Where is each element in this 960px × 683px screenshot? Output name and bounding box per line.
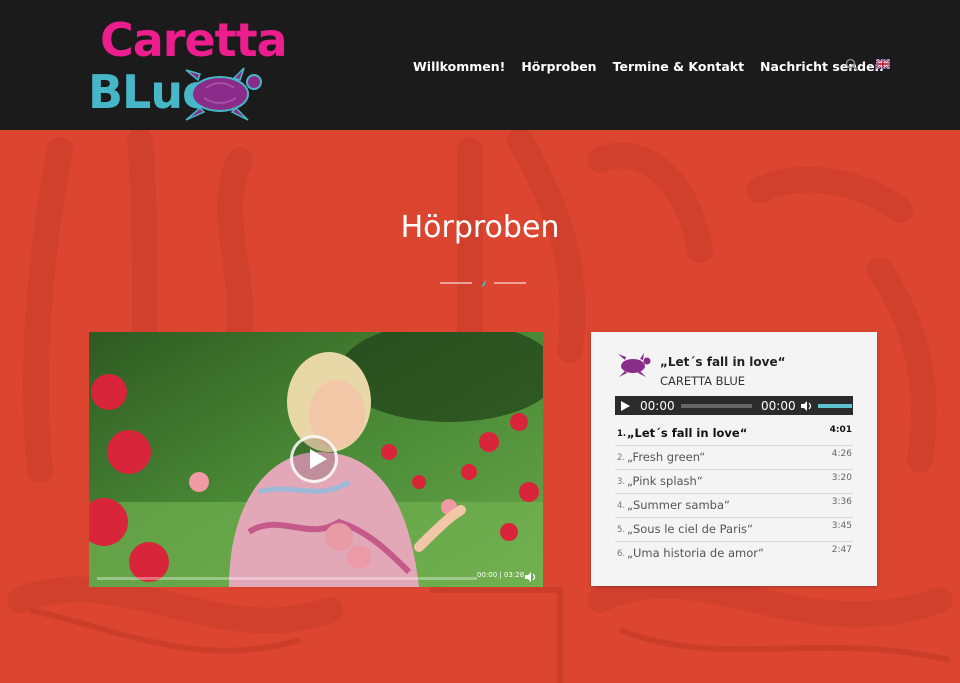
volume-icon[interactable] <box>801 401 813 411</box>
audio-current-time: 00:00 <box>640 399 675 413</box>
nav-item-termine-kontakt[interactable]: Termine & Kontakt <box>613 59 744 74</box>
main-nav: Willkommen! Hörproben Termine & Kontakt … <box>413 57 899 75</box>
track-duration: 4:01 <box>829 425 852 435</box>
track-title: „Fresh green“ <box>627 450 706 464</box>
uk-flag-icon[interactable] <box>876 59 890 69</box>
video-time: 00:00 | 03:28 <box>477 571 525 579</box>
video-player[interactable]: 00:00 | 03:28 <box>89 332 543 587</box>
track-list: 1. „Let´s fall in love“ 4:01 2. „Fresh g… <box>615 422 853 565</box>
track-number: 1. <box>617 429 627 439</box>
track-duration: 3:36 <box>831 497 852 507</box>
track-title: „Summer samba“ <box>627 498 730 512</box>
track-number: 4. <box>617 501 626 511</box>
audio-duration: 00:00 <box>761 399 796 413</box>
page-title: Hörproben <box>400 210 560 245</box>
track-number: 6. <box>617 549 626 559</box>
volume-slider[interactable] <box>818 404 852 408</box>
track-title: „Let´s fall in love“ <box>627 426 748 440</box>
volume-icon[interactable] <box>525 572 537 582</box>
audio-playlist: „Let´s fall in love“ CARETTA BLUE 00:00 … <box>591 332 877 586</box>
logo-text-caretta: Caretta <box>100 13 288 67</box>
track-number: 5. <box>617 525 626 535</box>
turtle-icon <box>618 353 651 377</box>
track-duration: 3:45 <box>831 521 852 531</box>
video-controls: 00:00 | 03:28 <box>89 567 543 587</box>
track-title: „Sous le ciel de Paris“ <box>627 522 753 536</box>
audio-progress-bar[interactable] <box>681 404 752 408</box>
track-item[interactable]: 5. „Sous le ciel de Paris“ 3:45 <box>615 518 853 542</box>
site-header: Caretta BLue Willkommen! Hörproben Termi… <box>0 0 960 130</box>
track-item[interactable]: 4. „Summer samba“ 3:36 <box>615 494 853 518</box>
track-item[interactable]: 1. „Let´s fall in love“ 4:01 <box>615 422 853 446</box>
logo[interactable]: Caretta BLue <box>86 14 288 124</box>
video-play-button[interactable] <box>290 435 338 483</box>
audio-controls: 00:00 00:00 <box>615 396 853 415</box>
track-number: 2. <box>617 453 626 463</box>
track-number: 3. <box>617 477 626 487</box>
turtle-logo-icon <box>185 67 262 121</box>
track-title: „Pink splash“ <box>627 474 703 488</box>
track-item[interactable]: 6. „Uma historia de amor“ 2:47 <box>615 542 853 565</box>
track-duration: 3:20 <box>831 473 852 483</box>
track-duration: 2:47 <box>831 545 852 555</box>
play-icon[interactable] <box>621 401 630 411</box>
track-item[interactable]: 3. „Pink splash“ 3:20 <box>615 470 853 494</box>
nav-item-hoerproben[interactable]: Hörproben <box>521 59 596 74</box>
title-divider <box>440 279 526 287</box>
video-progress-bar[interactable] <box>97 577 477 580</box>
nav-item-willkommen[interactable]: Willkommen! <box>413 59 505 74</box>
now-playing-artist: CARETTA BLUE <box>660 374 746 388</box>
track-title: „Uma historia de amor“ <box>627 546 764 560</box>
track-duration: 4:26 <box>831 449 852 459</box>
search-icon[interactable] <box>845 58 859 72</box>
now-playing-title: „Let´s fall in love“ <box>660 355 786 369</box>
track-item[interactable]: 2. „Fresh green“ 4:26 <box>615 446 853 470</box>
nav-item-nachricht-senden[interactable]: Nachricht senden <box>760 59 883 74</box>
